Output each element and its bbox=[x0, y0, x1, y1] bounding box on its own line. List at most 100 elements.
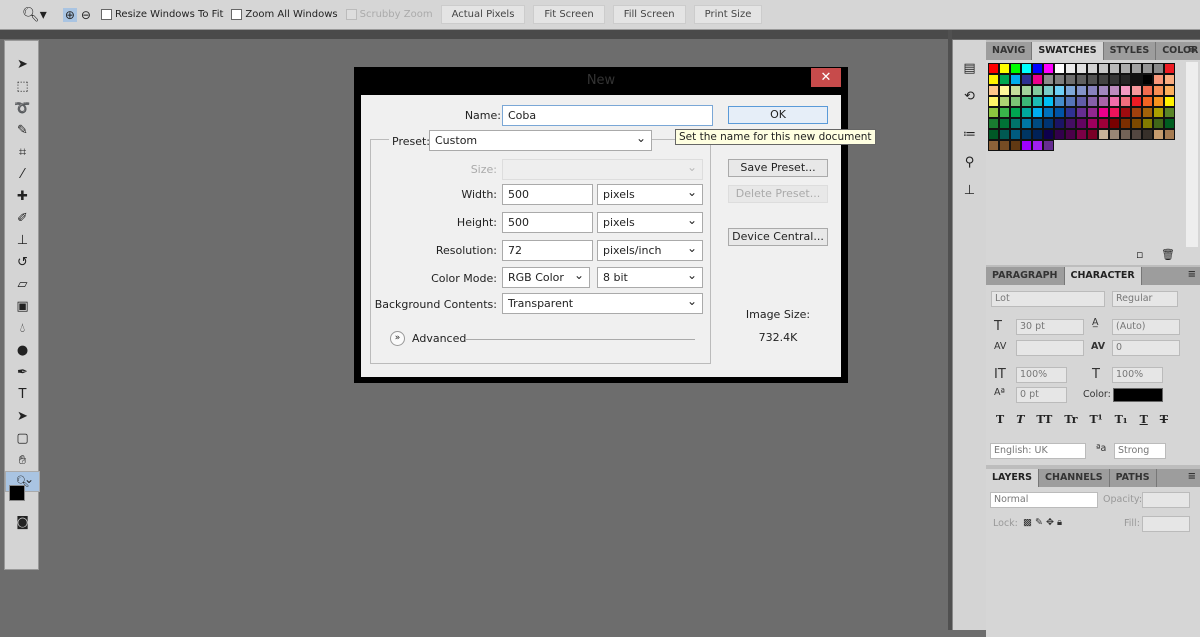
panel-menu-icon[interactable]: ≡ bbox=[1188, 44, 1196, 55]
swatch[interactable] bbox=[1021, 140, 1032, 151]
swatch[interactable] bbox=[1164, 129, 1175, 140]
swatch[interactable] bbox=[999, 85, 1010, 96]
swatch[interactable] bbox=[1087, 118, 1098, 129]
swatch[interactable] bbox=[1032, 74, 1043, 85]
name-input[interactable]: Coba bbox=[502, 105, 713, 126]
resize-windows-checkbox[interactable]: Resize Windows To Fit bbox=[100, 9, 223, 20]
leading-field[interactable]: (Auto) bbox=[1112, 319, 1180, 335]
panel-menu-icon[interactable]: ≡ bbox=[1188, 269, 1196, 280]
zoom-out-icon[interactable]: ⊖ bbox=[81, 8, 91, 22]
swatch[interactable] bbox=[1087, 107, 1098, 118]
swatch[interactable] bbox=[1054, 118, 1065, 129]
eraser-tool-icon[interactable]: ▱ bbox=[5, 273, 40, 295]
preset-select[interactable]: Custom bbox=[429, 130, 652, 151]
zoom-all-windows-checkbox[interactable]: Zoom All Windows bbox=[231, 9, 338, 20]
path-selection-tool-icon[interactable]: ➤ bbox=[5, 405, 40, 427]
swatch[interactable] bbox=[1164, 74, 1175, 85]
small-caps-button[interactable]: Tr bbox=[1064, 413, 1077, 426]
tracking-field[interactable]: 0 bbox=[1112, 340, 1180, 356]
swatch[interactable] bbox=[1032, 129, 1043, 140]
swatch[interactable] bbox=[1098, 74, 1109, 85]
height-unit-select[interactable]: pixels bbox=[597, 212, 703, 233]
swatch[interactable] bbox=[1032, 85, 1043, 96]
swatch[interactable] bbox=[1164, 118, 1175, 129]
swatch[interactable] bbox=[1010, 107, 1021, 118]
tab-navigator[interactable]: NAVIG bbox=[986, 42, 1033, 60]
swatch[interactable] bbox=[1021, 129, 1032, 140]
height-input[interactable]: 500 bbox=[502, 212, 593, 233]
swatch[interactable] bbox=[1043, 96, 1054, 107]
color-mode-select[interactable]: RGB Color bbox=[502, 267, 590, 288]
background-contents-select[interactable]: Transparent bbox=[502, 293, 703, 314]
swatch[interactable] bbox=[1021, 74, 1032, 85]
tab-swatches[interactable]: SWATCHES bbox=[1032, 42, 1104, 60]
advanced-expand-icon[interactable]: » bbox=[390, 331, 405, 346]
swatch[interactable] bbox=[1032, 63, 1043, 74]
swatch[interactable] bbox=[1164, 107, 1175, 118]
ok-button[interactable]: OK bbox=[728, 106, 828, 124]
underline-button[interactable]: T bbox=[1140, 413, 1148, 426]
swatch[interactable] bbox=[1098, 118, 1109, 129]
clone-source-icon[interactable]: ⚲ bbox=[953, 148, 986, 176]
swatch[interactable] bbox=[1142, 96, 1153, 107]
swatch[interactable] bbox=[1076, 63, 1087, 74]
swatch[interactable] bbox=[1120, 96, 1131, 107]
swatch[interactable] bbox=[1076, 74, 1087, 85]
swatch[interactable] bbox=[1043, 74, 1054, 85]
swatch[interactable] bbox=[1021, 118, 1032, 129]
swatch[interactable] bbox=[999, 74, 1010, 85]
tab-styles[interactable]: STYLES bbox=[1104, 42, 1157, 60]
swatch[interactable] bbox=[1043, 129, 1054, 140]
swatch[interactable] bbox=[1098, 85, 1109, 96]
quick-selection-tool-icon[interactable]: ✎ bbox=[5, 119, 40, 141]
swatch[interactable] bbox=[1131, 107, 1142, 118]
antialias-select[interactable]: Strong bbox=[1114, 443, 1166, 459]
fill-screen-button[interactable]: Fill Screen bbox=[612, 5, 686, 24]
superscript-button[interactable]: T¹ bbox=[1090, 413, 1103, 426]
swatch[interactable] bbox=[999, 63, 1010, 74]
swatch[interactable] bbox=[1021, 107, 1032, 118]
swatch[interactable] bbox=[1043, 85, 1054, 96]
save-preset-button[interactable]: Save Preset... bbox=[728, 159, 828, 177]
shape-tool-icon[interactable]: ▢ bbox=[5, 427, 40, 449]
pen-tool-icon[interactable]: ✒ bbox=[5, 361, 40, 383]
healing-brush-tool-icon[interactable]: ✚ bbox=[5, 185, 40, 207]
quick-mask-icon[interactable]: ◙ bbox=[5, 511, 40, 533]
font-style-select[interactable]: Regular bbox=[1112, 291, 1178, 307]
swatch[interactable] bbox=[1153, 85, 1164, 96]
resolution-input[interactable]: 72 bbox=[502, 240, 593, 261]
swatch[interactable] bbox=[1109, 96, 1120, 107]
swatch[interactable] bbox=[1010, 85, 1021, 96]
width-input[interactable]: 500 bbox=[502, 184, 593, 205]
advanced-label[interactable]: Advanced bbox=[412, 332, 466, 345]
swatch[interactable] bbox=[1021, 85, 1032, 96]
swatch[interactable] bbox=[1010, 63, 1021, 74]
lasso-tool-icon[interactable]: ➰ bbox=[5, 97, 40, 119]
swatch[interactable] bbox=[1142, 118, 1153, 129]
swatch[interactable] bbox=[1098, 107, 1109, 118]
vertical-scale-field[interactable]: 100% bbox=[1016, 367, 1067, 383]
swatch[interactable] bbox=[1010, 96, 1021, 107]
font-family-select[interactable]: Lot bbox=[991, 291, 1105, 307]
close-button[interactable]: ✕ bbox=[811, 68, 841, 87]
swatch[interactable] bbox=[1109, 118, 1120, 129]
swatch[interactable] bbox=[1065, 74, 1076, 85]
swatch[interactable] bbox=[1131, 74, 1142, 85]
swatch[interactable] bbox=[1087, 63, 1098, 74]
delete-swatch-icon[interactable]: 🗑︎ bbox=[1161, 248, 1175, 261]
swatch[interactable] bbox=[1065, 118, 1076, 129]
swatch[interactable] bbox=[1153, 74, 1164, 85]
swatch[interactable] bbox=[988, 63, 999, 74]
scrubby-zoom-checkbox[interactable]: Scrubby Zoom bbox=[345, 9, 433, 20]
swatch[interactable] bbox=[1065, 85, 1076, 96]
swatch[interactable] bbox=[1131, 96, 1142, 107]
dodge-tool-icon[interactable]: ● bbox=[5, 339, 40, 361]
swatch[interactable] bbox=[1109, 85, 1120, 96]
fit-screen-button[interactable]: Fit Screen bbox=[533, 5, 605, 24]
swatch[interactable] bbox=[1032, 96, 1043, 107]
swatch[interactable] bbox=[1054, 85, 1065, 96]
swatch[interactable] bbox=[988, 107, 999, 118]
blend-mode-select[interactable]: Normal bbox=[990, 492, 1098, 508]
swatch[interactable] bbox=[988, 96, 999, 107]
swatch[interactable] bbox=[1021, 96, 1032, 107]
